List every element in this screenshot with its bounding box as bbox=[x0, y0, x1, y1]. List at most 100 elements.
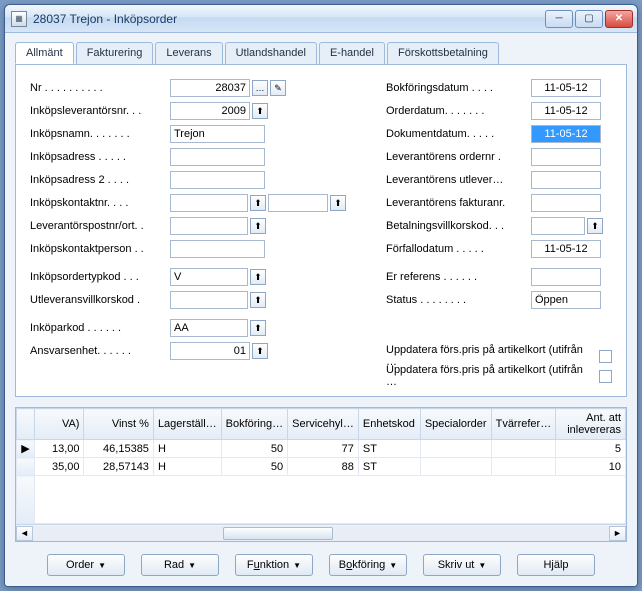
inkopskontaktnr-lookup[interactable]: ⬆ bbox=[250, 195, 266, 211]
inkopsadress-label: Inköpsadress . . . . . bbox=[30, 151, 170, 163]
scroll-left-button[interactable]: ◄ bbox=[16, 526, 33, 541]
inkopslev-field[interactable] bbox=[170, 102, 250, 120]
nr-ellipsis-button[interactable]: … bbox=[252, 80, 268, 96]
scroll-track[interactable] bbox=[33, 526, 609, 541]
grid: VA) Vinst % Lagerställ… Bokföring… Servi… bbox=[15, 407, 627, 542]
hjalp-button[interactable]: Hjälp bbox=[517, 554, 595, 576]
status-label: Status . . . . . . . . bbox=[386, 294, 531, 306]
inkopsadress-field[interactable] bbox=[170, 148, 265, 166]
col-vinst[interactable]: Vinst % bbox=[84, 409, 153, 440]
levordnr-field[interactable] bbox=[531, 148, 601, 166]
levfaktnr-field[interactable] bbox=[531, 194, 601, 212]
col-ant[interactable]: Ant. att inlevereras bbox=[556, 409, 626, 440]
utlevvillkor-lookup[interactable]: ⬆ bbox=[250, 292, 266, 308]
scroll-right-button[interactable]: ► bbox=[609, 526, 626, 541]
betvillkor-field[interactable] bbox=[531, 217, 585, 235]
table-row[interactable]: ▶ 13,00 46,15385 H 50 77 ST 5 bbox=[17, 440, 626, 458]
orderdatum-label: Orderdatum. . . . . . . bbox=[386, 105, 531, 117]
inkopskontaktnr-label: Inköpskontaktnr. . . . bbox=[30, 197, 170, 209]
erref-label: Er referens . . . . . . bbox=[386, 271, 531, 283]
scroll-thumb[interactable] bbox=[223, 527, 333, 540]
forfallo-field[interactable] bbox=[531, 240, 601, 258]
inkopslev-lookup[interactable]: ⬆ bbox=[252, 103, 268, 119]
button-bar: Order▼ Rad▼ Funktion▼ Bokföring▼ Skriv u… bbox=[15, 554, 627, 576]
rad-button[interactable]: Rad▼ bbox=[141, 554, 219, 576]
dokdatum-field[interactable] bbox=[531, 125, 601, 143]
levfaktnr-label: Leverantörens fakturanr. bbox=[386, 197, 531, 209]
orderdatum-field[interactable] bbox=[531, 102, 601, 120]
inkoparkod-label: Inköparkod . . . . . . bbox=[30, 322, 170, 334]
skrivut-button[interactable]: Skriv ut▼ bbox=[423, 554, 501, 576]
upd2-label: Uppdatera förs.pris på artikelkort (utif… bbox=[386, 364, 593, 388]
close-button[interactable]: ✕ bbox=[605, 10, 633, 28]
ordertyp-field[interactable] bbox=[170, 268, 248, 286]
tab-ehandel[interactable]: E-handel bbox=[319, 42, 385, 64]
titlebar: ▦ 28037 Trejon - Inköpsorder ─ ▢ ✕ bbox=[5, 5, 637, 33]
dropdown-icon: ▼ bbox=[478, 561, 486, 570]
form-panel: Nr . . . . . . . . . . … ✎ Inköpsleveran… bbox=[15, 64, 627, 397]
col-service[interactable]: Servicehyl… bbox=[288, 409, 359, 440]
window-title: 28037 Trejon - Inköpsorder bbox=[33, 12, 543, 26]
inkopskontaktnr-field[interactable] bbox=[170, 194, 248, 212]
inkoparkod-field[interactable] bbox=[170, 319, 248, 337]
col-va[interactable]: VA) bbox=[34, 409, 84, 440]
maximize-button[interactable]: ▢ bbox=[575, 10, 603, 28]
inkopskontaktperson-field[interactable] bbox=[170, 240, 265, 258]
client-area: Allmänt Fakturering Leverans Utlandshand… bbox=[5, 33, 637, 586]
tab-strip: Allmänt Fakturering Leverans Utlandshand… bbox=[15, 42, 627, 65]
order-button[interactable]: Order▼ bbox=[47, 554, 125, 576]
levpostort-field[interactable] bbox=[170, 217, 248, 235]
dropdown-icon: ▼ bbox=[293, 561, 301, 570]
levutlev-label: Leverantörens utlever… bbox=[386, 174, 531, 186]
funktion-button[interactable]: Funktion▼ bbox=[235, 554, 313, 576]
levordnr-label: Leverantörens ordernr . bbox=[386, 151, 531, 163]
col-bokf[interactable]: Bokföring… bbox=[221, 409, 287, 440]
erref-field[interactable] bbox=[531, 268, 601, 286]
grid-hscrollbar[interactable]: ◄ ► bbox=[16, 524, 626, 541]
col-tvarr[interactable]: Tvärrefer… bbox=[491, 409, 556, 440]
tab-utlandshandel[interactable]: Utlandshandel bbox=[225, 42, 317, 64]
nr-field[interactable] bbox=[170, 79, 250, 97]
grid-corner bbox=[17, 409, 35, 440]
status-field bbox=[531, 291, 601, 309]
inkopsnamn-label: Inköpsnamn. . . . . . . bbox=[30, 128, 170, 140]
ansvarsenhet-field[interactable] bbox=[170, 342, 250, 360]
bokfdatum-field[interactable] bbox=[531, 79, 601, 97]
col-enhet[interactable]: Enhetskod bbox=[358, 409, 420, 440]
inkopskontaktnr2-lookup[interactable]: ⬆ bbox=[330, 195, 346, 211]
nr-edit-button[interactable]: ✎ bbox=[270, 80, 286, 96]
table-row[interactable]: 35,00 28,57143 H 50 88 ST 10 bbox=[17, 458, 626, 476]
app-icon: ▦ bbox=[11, 11, 27, 27]
minimize-button[interactable]: ─ bbox=[545, 10, 573, 28]
upd1-checkbox[interactable] bbox=[599, 350, 612, 363]
betvillkor-label: Betalningsvillkorskod. . . bbox=[386, 220, 531, 232]
upd2-checkbox[interactable] bbox=[599, 370, 612, 383]
col-lager[interactable]: Lagerställ… bbox=[153, 409, 221, 440]
ordertyp-lookup[interactable]: ⬆ bbox=[250, 269, 266, 285]
bokforing-button[interactable]: Bokföring▼ bbox=[329, 554, 407, 576]
dokdatum-label: Dokumentdatum. . . . . bbox=[386, 128, 531, 140]
right-column: Bokföringsdatum . . . . Orderdatum. . . … bbox=[386, 77, 612, 386]
tab-allmant[interactable]: Allmänt bbox=[15, 42, 74, 64]
levpostort-label: Leverantörspostnr/ort. . bbox=[30, 220, 170, 232]
levpostort-lookup[interactable]: ⬆ bbox=[250, 218, 266, 234]
window: ▦ 28037 Trejon - Inköpsorder ─ ▢ ✕ Allmä… bbox=[4, 4, 638, 587]
inkopsadress2-field[interactable] bbox=[170, 171, 265, 189]
ansvarsenhet-lookup[interactable]: ⬆ bbox=[252, 343, 268, 359]
col-special[interactable]: Specialorder bbox=[420, 409, 491, 440]
tab-leverans[interactable]: Leverans bbox=[155, 42, 222, 64]
betvillkor-lookup[interactable]: ⬆ bbox=[587, 218, 603, 234]
ordertyp-label: Inköpsordertypkod . . . bbox=[30, 271, 170, 283]
inkoparkod-lookup[interactable]: ⬆ bbox=[250, 320, 266, 336]
inkopslev-label: Inköpsleverantörsnr. . . bbox=[30, 105, 170, 117]
dropdown-icon: ▼ bbox=[389, 561, 397, 570]
forfallo-label: Förfallodatum . . . . . bbox=[386, 243, 531, 255]
inkopskontaktnr2-field[interactable] bbox=[268, 194, 328, 212]
utlevvillkor-label: Utleveransvillkorskod . bbox=[30, 294, 170, 306]
utlevvillkor-field[interactable] bbox=[170, 291, 248, 309]
inkopsnamn-field[interactable] bbox=[170, 125, 265, 143]
tab-fakturering[interactable]: Fakturering bbox=[76, 42, 154, 64]
row-marker: ▶ bbox=[17, 440, 35, 458]
levutlev-field[interactable] bbox=[531, 171, 601, 189]
tab-forskottsbetalning[interactable]: Förskottsbetalning bbox=[387, 42, 499, 64]
